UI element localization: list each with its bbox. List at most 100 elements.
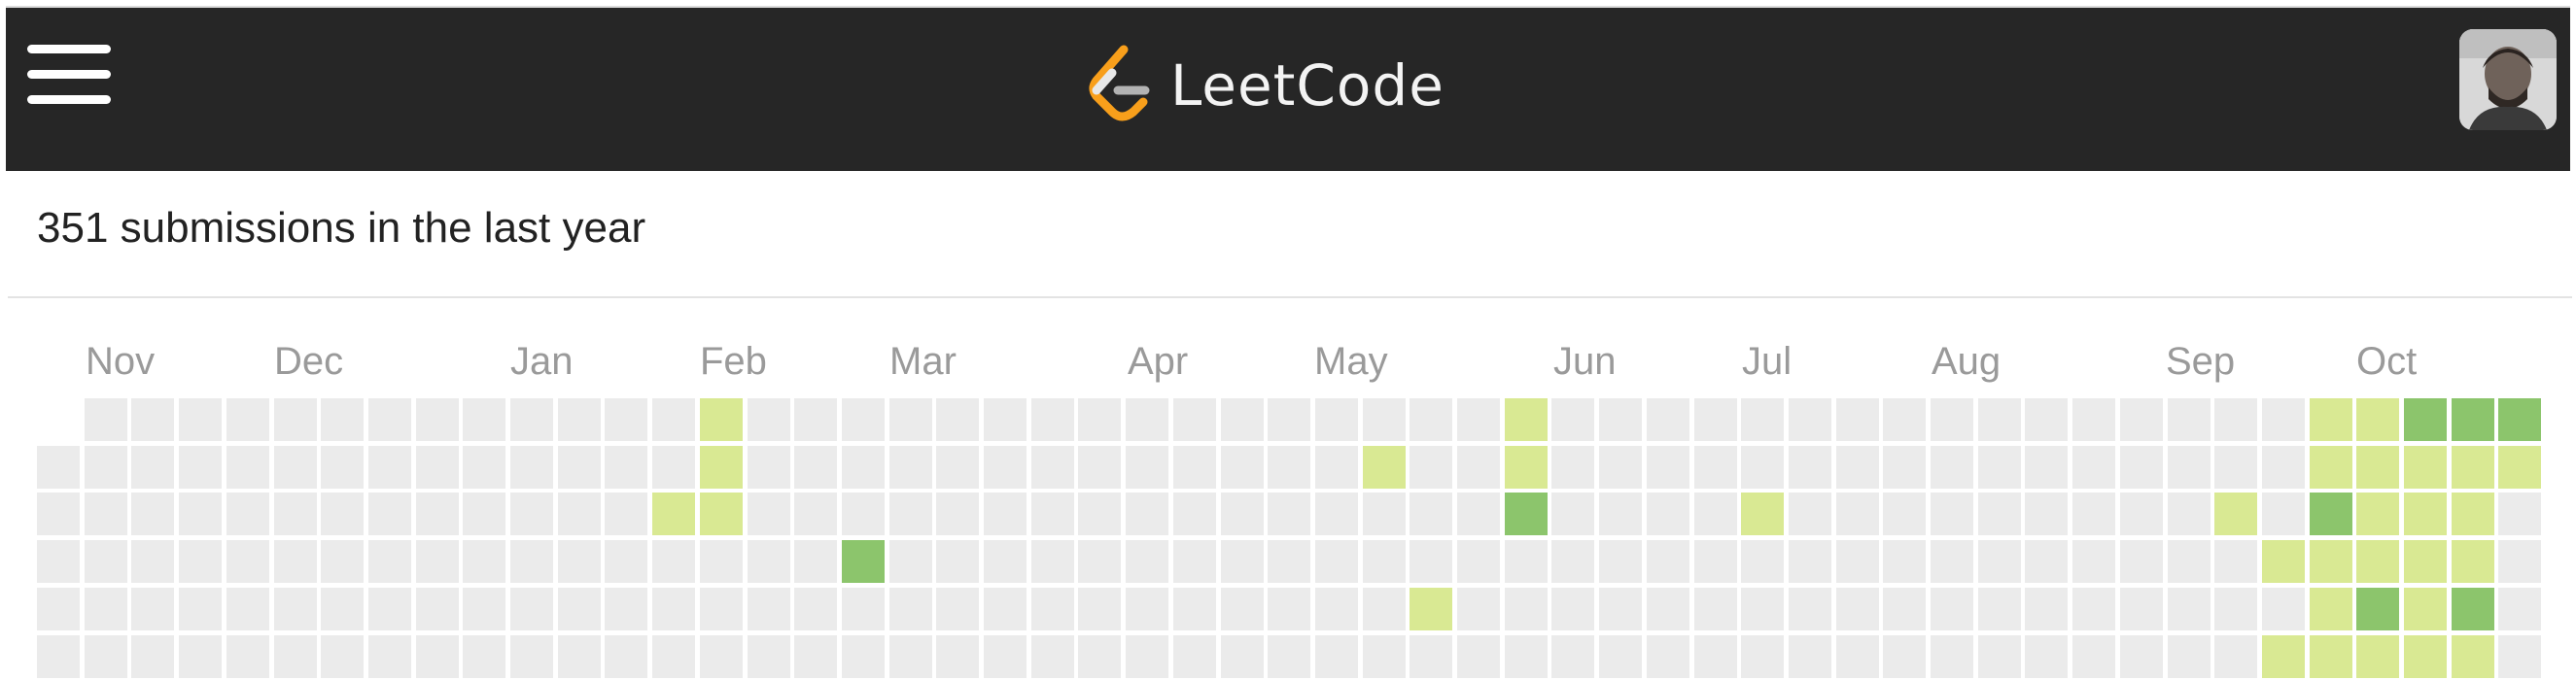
calendar-day-cell[interactable]	[558, 540, 601, 583]
calendar-day-cell[interactable]	[2168, 446, 2210, 489]
calendar-day-cell[interactable]	[889, 635, 932, 678]
calendar-day-cell[interactable]	[1221, 493, 1264, 535]
calendar-day-cell[interactable]	[605, 635, 647, 678]
calendar-day-cell[interactable]	[889, 493, 932, 535]
calendar-day-cell[interactable]	[1836, 493, 1879, 535]
calendar-day-cell[interactable]	[2214, 588, 2257, 630]
calendar-day-cell[interactable]	[321, 540, 364, 583]
calendar-day-cell[interactable]	[2072, 635, 2115, 678]
calendar-day-cell[interactable]	[2168, 398, 2210, 441]
calendar-day-cell[interactable]	[85, 493, 127, 535]
calendar-day-cell[interactable]	[131, 398, 174, 441]
calendar-day-cell[interactable]	[1978, 493, 2021, 535]
calendar-day-cell[interactable]	[1978, 398, 2021, 441]
calendar-day-cell[interactable]	[936, 540, 979, 583]
calendar-day-cell[interactable]	[1931, 446, 1973, 489]
calendar-day-cell[interactable]	[1883, 446, 1926, 489]
calendar-day-cell[interactable]	[984, 540, 1027, 583]
calendar-day-cell[interactable]	[1836, 588, 1879, 630]
calendar-day-cell[interactable]	[1647, 446, 1689, 489]
calendar-day-cell[interactable]	[1078, 635, 1121, 678]
calendar-day-cell[interactable]	[1836, 398, 1879, 441]
calendar-day-cell[interactable]	[1173, 540, 1216, 583]
calendar-day-cell[interactable]	[226, 635, 269, 678]
calendar-day-cell[interactable]	[558, 635, 601, 678]
calendar-day-cell[interactable]	[2404, 635, 2447, 678]
calendar-day-cell[interactable]	[1551, 493, 1594, 535]
calendar-day-cell[interactable]	[605, 446, 647, 489]
calendar-day-cell[interactable]	[558, 493, 601, 535]
calendar-day-cell[interactable]	[1741, 493, 1784, 535]
calendar-day-cell[interactable]	[274, 588, 317, 630]
calendar-day-cell[interactable]	[1883, 540, 1926, 583]
calendar-day-cell[interactable]	[1221, 398, 1264, 441]
calendar-day-cell[interactable]	[37, 540, 80, 583]
calendar-day-cell[interactable]	[1363, 588, 1406, 630]
calendar-day-cell[interactable]	[794, 635, 837, 678]
calendar-day-cell[interactable]	[1268, 446, 1310, 489]
calendar-day-cell[interactable]	[226, 446, 269, 489]
calendar-day-cell[interactable]	[1505, 398, 1548, 441]
calendar-day-cell[interactable]	[2452, 588, 2494, 630]
calendar-day-cell[interactable]	[605, 493, 647, 535]
calendar-day-cell[interactable]	[700, 635, 743, 678]
calendar-day-cell[interactable]	[936, 635, 979, 678]
calendar-day-cell[interactable]	[226, 398, 269, 441]
calendar-day-cell[interactable]	[652, 446, 695, 489]
calendar-day-cell[interactable]	[1173, 588, 1216, 630]
calendar-day-cell[interactable]	[274, 635, 317, 678]
calendar-day-cell[interactable]	[1741, 635, 1784, 678]
calendar-day-cell[interactable]	[1315, 635, 1358, 678]
calendar-day-cell[interactable]	[1457, 398, 1500, 441]
calendar-day-cell[interactable]	[748, 588, 790, 630]
calendar-day-cell[interactable]	[1173, 493, 1216, 535]
calendar-day-cell[interactable]	[2404, 446, 2447, 489]
calendar-day-cell[interactable]	[652, 588, 695, 630]
calendar-day-cell[interactable]	[1931, 635, 1973, 678]
calendar-day-cell[interactable]	[1031, 588, 1074, 630]
calendar-day-cell[interactable]	[889, 398, 932, 441]
calendar-day-cell[interactable]	[1268, 540, 1310, 583]
calendar-day-cell[interactable]	[748, 635, 790, 678]
calendar-day-cell[interactable]	[2452, 493, 2494, 535]
calendar-day-cell[interactable]	[1978, 540, 2021, 583]
calendar-day-cell[interactable]	[2404, 540, 2447, 583]
calendar-day-cell[interactable]	[274, 540, 317, 583]
calendar-day-cell[interactable]	[1931, 588, 1973, 630]
calendar-day-cell[interactable]	[700, 588, 743, 630]
calendar-day-cell[interactable]	[37, 493, 80, 535]
calendar-day-cell[interactable]	[984, 588, 1027, 630]
calendar-day-cell[interactable]	[1694, 635, 1737, 678]
calendar-day-cell[interactable]	[1173, 635, 1216, 678]
calendar-day-cell[interactable]	[1221, 588, 1264, 630]
calendar-day-cell[interactable]	[416, 446, 459, 489]
calendar-day-cell[interactable]	[416, 588, 459, 630]
calendar-day-cell[interactable]	[2404, 493, 2447, 535]
calendar-day-cell[interactable]	[1315, 446, 1358, 489]
calendar-day-cell[interactable]	[1836, 446, 1879, 489]
calendar-day-cell[interactable]	[85, 540, 127, 583]
calendar-day-cell[interactable]	[1410, 446, 1452, 489]
calendar-day-cell[interactable]	[2310, 588, 2352, 630]
calendar-day-cell[interactable]	[368, 493, 411, 535]
calendar-day-cell[interactable]	[274, 493, 317, 535]
calendar-day-cell[interactable]	[1078, 398, 1121, 441]
calendar-day-cell[interactable]	[2025, 540, 2068, 583]
calendar-day-cell[interactable]	[605, 398, 647, 441]
calendar-day-cell[interactable]	[1457, 635, 1500, 678]
calendar-day-cell[interactable]	[2310, 398, 2352, 441]
calendar-day-cell[interactable]	[463, 398, 505, 441]
calendar-day-cell[interactable]	[1078, 446, 1121, 489]
calendar-day-cell[interactable]	[2356, 588, 2399, 630]
calendar-day-cell[interactable]	[558, 398, 601, 441]
calendar-day-cell[interactable]	[1741, 446, 1784, 489]
calendar-day-cell[interactable]	[321, 446, 364, 489]
calendar-day-cell[interactable]	[2168, 493, 2210, 535]
calendar-day-cell[interactable]	[131, 446, 174, 489]
calendar-day-cell[interactable]	[1931, 540, 1973, 583]
calendar-day-cell[interactable]	[1883, 635, 1926, 678]
calendar-day-cell[interactable]	[748, 446, 790, 489]
calendar-day-cell[interactable]	[1741, 398, 1784, 441]
calendar-day-cell[interactable]	[416, 398, 459, 441]
calendar-day-cell[interactable]	[463, 588, 505, 630]
